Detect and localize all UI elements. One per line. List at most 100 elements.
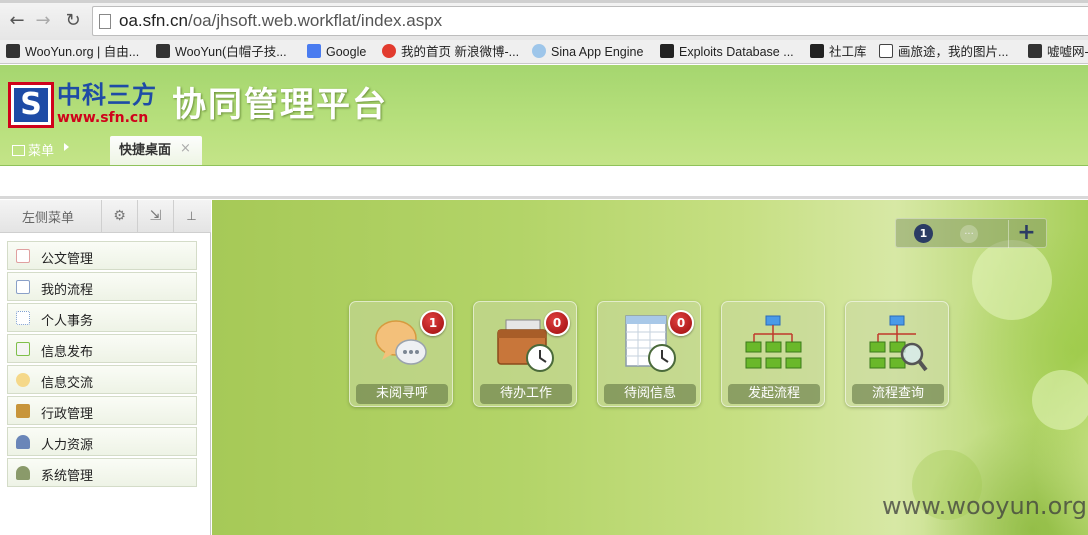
url-path: /oa/jhsoft.web.workflat/index.aspx — [188, 11, 443, 30]
wooyun-icon — [6, 44, 20, 58]
add-page-button[interactable]: + — [1008, 220, 1044, 248]
bookmark-label: Google — [326, 45, 367, 59]
address-bar[interactable]: oa.sfn.cn/oa/jhsoft.web.workflat/index.a… — [92, 6, 1088, 36]
sidebar-item-label: 信息发布 — [41, 345, 94, 360]
bookmark-label: WooYun.org | 自由... — [25, 45, 140, 59]
calendar-icon — [16, 311, 30, 325]
sidebar-item-communication[interactable]: 信息交流 — [7, 365, 197, 394]
sidebar-item-label: 行政管理 — [41, 407, 94, 422]
tile-unread-messages[interactable]: 1 未阅寻呼 — [349, 301, 453, 407]
system-user-icon — [16, 466, 30, 480]
tab-label: 快捷桌面 — [119, 143, 172, 158]
sidebar-item-label: 系统管理 — [41, 469, 94, 484]
sidebar-item-label: 我的流程 — [41, 283, 94, 298]
sidebar-title: 左侧菜单 — [22, 211, 75, 226]
pending-count-badge: 0 — [544, 310, 570, 336]
menu-arrow-icon[interactable] — [64, 143, 69, 151]
sidebar-item-my-flow[interactable]: 我的流程 — [7, 272, 197, 301]
tile-label: 未阅寻呼 — [356, 384, 448, 404]
to-read-count-badge: 0 — [668, 310, 694, 336]
watermark: www.wooyun.org — [882, 492, 1087, 520]
org-chart-icon — [745, 315, 802, 369]
bookmark-label: 社工库 — [829, 45, 867, 59]
bookmark-label: Exploits Database ... — [679, 45, 794, 59]
export-icon[interactable]: ⇲ — [137, 200, 173, 233]
bookmark-item[interactable]: 社工库 — [810, 43, 867, 61]
background-decoration — [972, 240, 1052, 320]
sidebar-item-administration[interactable]: 行政管理 — [7, 396, 197, 425]
tab-strip — [0, 0, 1088, 3]
tile-start-flow[interactable]: 发起流程 — [721, 301, 825, 407]
unread-count-badge: 1 — [420, 310, 446, 336]
menu-label: 菜单 — [28, 144, 55, 159]
sidebar-item-system[interactable]: 系统管理 — [7, 458, 197, 487]
sidebar-item-label: 个人事务 — [41, 314, 94, 329]
close-icon[interactable]: × — [180, 141, 191, 156]
bookmark-label: 画旅途，我的图片... — [898, 45, 1009, 59]
forward-icon[interactable]: → — [32, 10, 54, 32]
tile-pending-read[interactable]: 0 待阅信息 — [597, 301, 701, 407]
sidebar-item-personal-affairs[interactable]: 个人事务 — [7, 303, 197, 332]
shegongku-icon — [810, 44, 824, 58]
exploit-db-icon — [660, 44, 674, 58]
sidebar-item-label: 信息交流 — [41, 376, 94, 391]
logo-letter: S — [14, 88, 48, 122]
bookmark-item[interactable]: WooYun.org | 自由... — [6, 43, 139, 61]
company-logo-icon: S — [8, 82, 54, 128]
bookmark-item[interactable]: WooYun(白帽子技... — [156, 43, 287, 61]
url-text[interactable]: oa.sfn.cn/oa/jhsoft.web.workflat/index.a… — [119, 11, 442, 31]
app-header: S 中科三方 www.sfn.cn 协同管理平台 菜单 快捷桌面 × — [0, 65, 1088, 165]
weibo-icon — [382, 44, 396, 58]
wooyun-icon — [156, 44, 170, 58]
bookmark-item[interactable]: 我的首页 新浪微博-... — [382, 43, 519, 61]
back-icon[interactable]: ← — [6, 10, 28, 32]
sidebar-item-label: 公文管理 — [41, 252, 94, 267]
browser-toolbar: ← → ↻ oa.sfn.cn/oa/jhsoft.web.workflat/i… — [0, 0, 1088, 40]
sidebar-item-hr[interactable]: 人力资源 — [7, 427, 197, 456]
tab-quick-desktop[interactable]: 快捷桌面 × — [110, 136, 202, 165]
tile-label: 发起流程 — [728, 384, 820, 404]
quick-desktop-area: 1 ... + 1 未阅寻呼 0 待办工作 0 待阅信息 发起流程 流程查询 — [212, 200, 1088, 535]
sidebar-item-documents[interactable]: 公文管理 — [7, 241, 197, 270]
bookmark-item[interactable]: Google — [307, 43, 366, 61]
tile-label: 待阅信息 — [604, 384, 696, 404]
org-chart-search-icon — [869, 315, 928, 372]
photo-icon — [879, 44, 893, 58]
reload-icon[interactable]: ↻ — [62, 10, 84, 32]
page-more-button[interactable]: ... — [960, 225, 978, 243]
sidebar-item-publish[interactable]: 信息发布 — [7, 334, 197, 363]
document-icon — [16, 249, 30, 263]
menu-toggle-button[interactable]: 菜单 — [12, 140, 54, 159]
platform-title: 协同管理平台 — [172, 85, 388, 125]
bookmark-item[interactable]: Exploits Database ... — [660, 43, 794, 61]
bookmark-item[interactable]: 嘘嘘网- — [1028, 43, 1088, 61]
sidebar-item-label: 人力资源 — [41, 438, 94, 453]
bookmark-label: Sina App Engine — [551, 45, 644, 59]
settings-icon[interactable]: ⚙ — [101, 200, 137, 233]
bookmark-label: WooYun(白帽子技... — [175, 45, 287, 59]
google-icon — [307, 44, 321, 58]
logo-url: www.sfn.cn — [57, 110, 149, 126]
pin-icon[interactable]: ⊥ — [173, 200, 209, 233]
tile-flow-query[interactable]: 流程查询 — [845, 301, 949, 407]
runner-icon — [1028, 44, 1042, 58]
cloud-icon — [532, 44, 546, 58]
desktop-pager: 1 ... + — [895, 218, 1047, 248]
flow-icon — [16, 280, 30, 294]
tile-pending-work[interactable]: 0 待办工作 — [473, 301, 577, 407]
bookmark-item[interactable]: Sina App Engine — [532, 43, 643, 61]
bookmarks-bar: WooYun.org | 自由... WooYun(白帽子技... Google… — [0, 40, 1088, 64]
header-divider — [0, 165, 1088, 199]
tile-label: 流程查询 — [852, 384, 944, 404]
chat-icon — [16, 373, 30, 387]
admin-icon — [16, 404, 30, 418]
people-icon — [16, 435, 30, 449]
url-host: oa.sfn.cn — [119, 11, 188, 30]
sidebar-header: 左侧菜单 ⚙ ⇲ ⊥ — [0, 200, 211, 233]
page-1-button[interactable]: 1 — [914, 224, 933, 243]
logo-company-name: 中科三方 — [57, 81, 157, 109]
tile-label: 待办工作 — [480, 384, 572, 404]
bookmark-item[interactable]: 画旅途，我的图片... — [879, 43, 1008, 61]
background-decoration — [1032, 370, 1088, 430]
page-icon — [99, 14, 111, 29]
